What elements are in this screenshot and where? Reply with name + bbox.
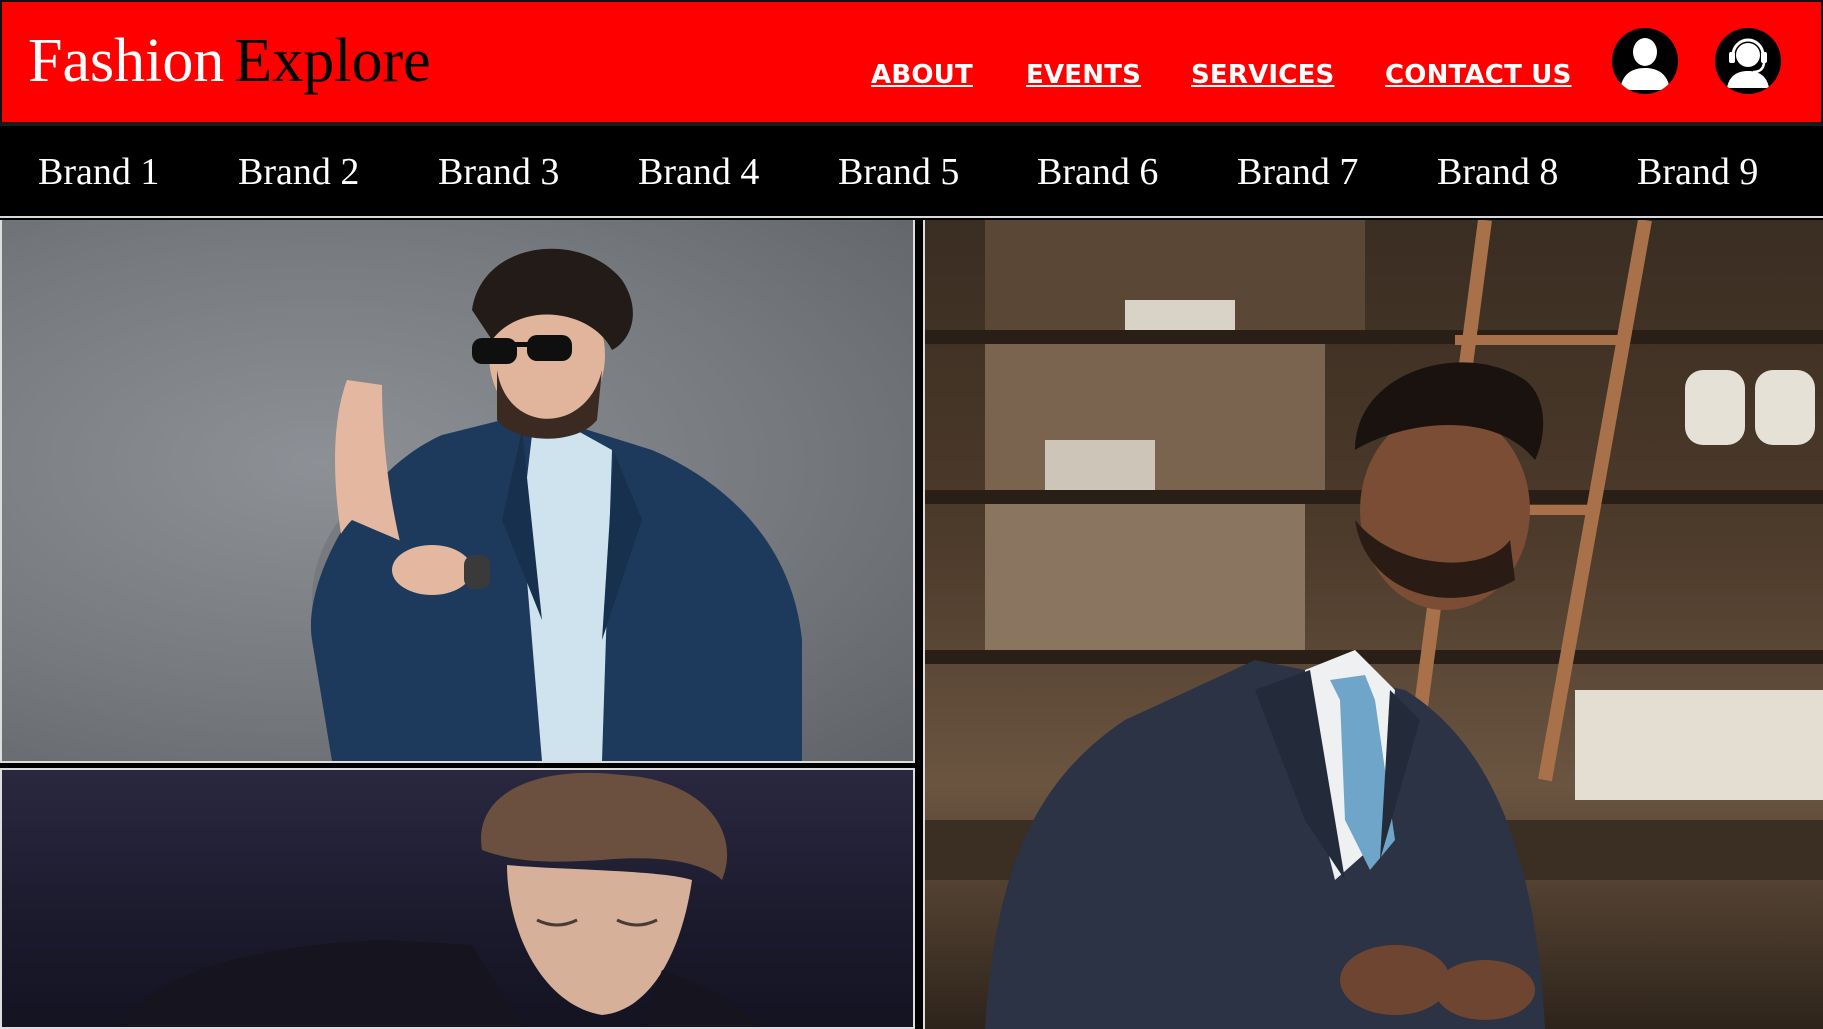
brand-link-3[interactable]: Brand 3 bbox=[438, 150, 559, 194]
model-photo-young-man bbox=[0, 768, 915, 1029]
brand-link-5[interactable]: Brand 5 bbox=[838, 150, 959, 194]
brand-nav-bar: Brand 1 Brand 2 Brand 3 Brand 4 Brand 5 … bbox=[0, 130, 1823, 218]
brand-link-6[interactable]: Brand 6 bbox=[1037, 150, 1158, 194]
customer-support-icon[interactable] bbox=[1715, 28, 1781, 94]
site-header: Fashion Explore ABOUT EVENTS SERVICES CON… bbox=[0, 0, 1823, 126]
nav-contact-us-link[interactable]: CONTACT US bbox=[1385, 60, 1572, 90]
nav-about-link[interactable]: ABOUT bbox=[871, 60, 973, 90]
brand-link-8[interactable]: Brand 8 bbox=[1437, 150, 1558, 194]
model-photo-checked-suit bbox=[923, 220, 1823, 1029]
user-icon[interactable] bbox=[1612, 28, 1678, 94]
brand-link-4[interactable]: Brand 4 bbox=[638, 150, 759, 194]
brand-link-2[interactable]: Brand 2 bbox=[238, 150, 359, 194]
logo-word-fashion: Fashion bbox=[28, 27, 225, 95]
brand-link-9[interactable]: Brand 9 bbox=[1637, 150, 1758, 194]
brand-link-7[interactable]: Brand 7 bbox=[1237, 150, 1358, 194]
logo-word-explore: Explore bbox=[234, 27, 431, 95]
nav-services-link[interactable]: SERVICES bbox=[1191, 60, 1334, 90]
site-logo[interactable]: Fashion Explore bbox=[28, 26, 431, 96]
brand-link-1[interactable]: Brand 1 bbox=[38, 150, 159, 194]
nav-events-link[interactable]: EVENTS bbox=[1026, 60, 1141, 90]
model-photo-sunglasses bbox=[0, 220, 915, 763]
